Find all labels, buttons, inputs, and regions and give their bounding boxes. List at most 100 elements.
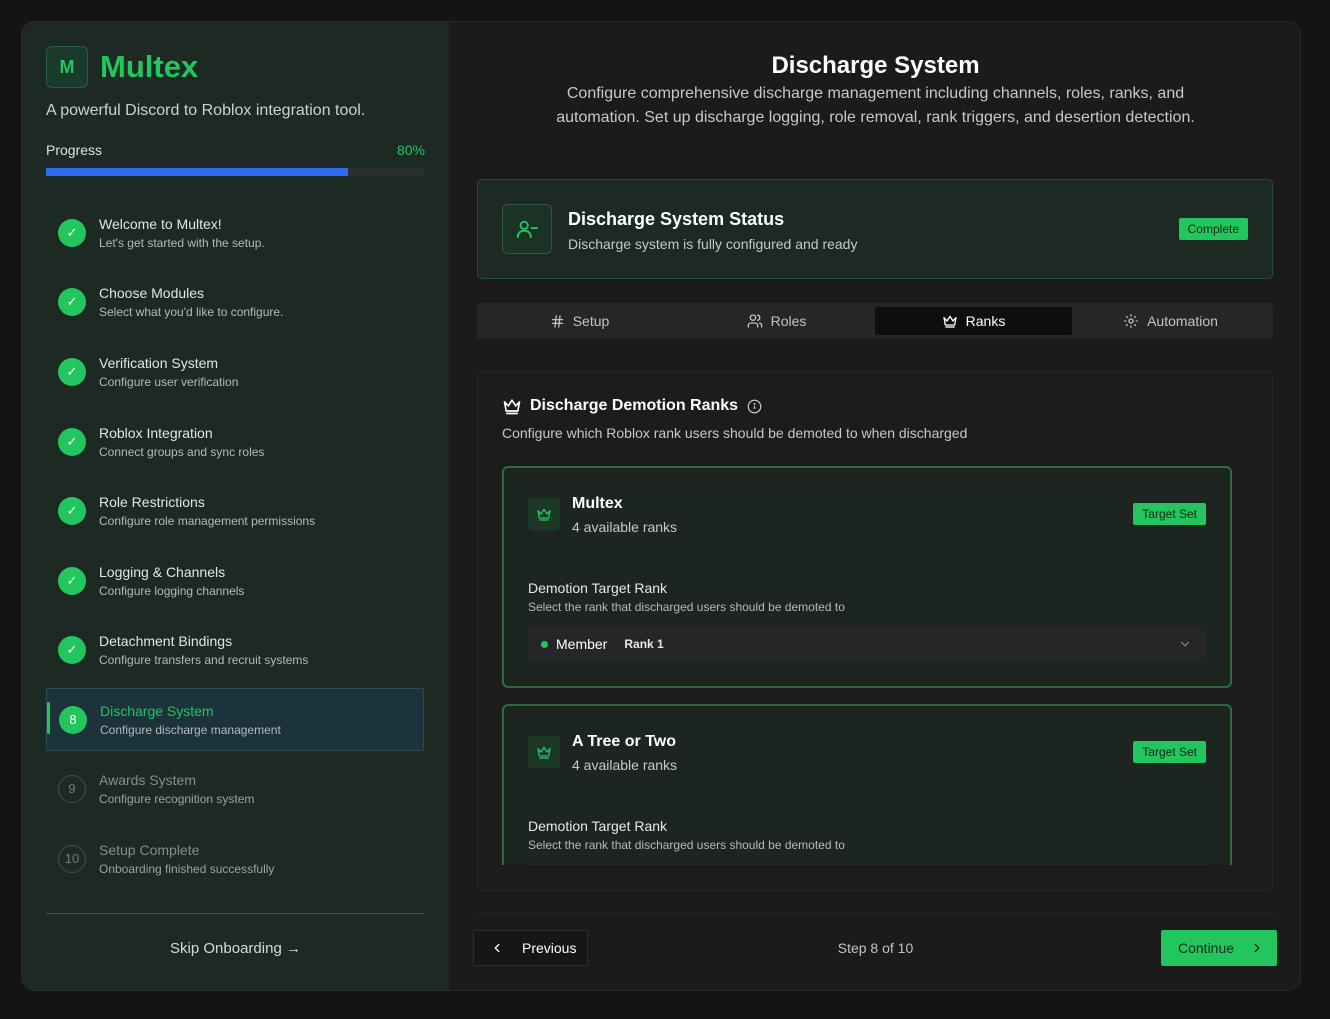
group-name: A Tree or Two: [572, 733, 677, 750]
step-item-discharge[interactable]: 8 Discharge System Configure discharge ma…: [46, 688, 424, 752]
progress-bar: [46, 168, 424, 176]
step-item-complete[interactable]: 10 Setup Complete Onboarding finished suc…: [46, 824, 424, 894]
demotion-rank-select[interactable]: Member Rank 1: [528, 626, 1206, 662]
step-title: Welcome to Multex!: [99, 215, 222, 232]
step-item-welcome[interactable]: ✓ Welcome to Multex! Let's get started wi…: [46, 198, 424, 268]
status-badge: Complete: [1178, 218, 1248, 240]
step-title: Logging & Channels: [99, 563, 226, 580]
continue-label: Continue: [1178, 940, 1235, 956]
group-rank-count: 4 available ranks: [572, 519, 678, 535]
step-title: Setup Complete: [99, 841, 200, 858]
step-number-badge: 8: [59, 705, 87, 734]
crown-icon: [942, 315, 957, 328]
step-title: Awards System: [99, 771, 196, 788]
selected-rank-name: Member: [556, 636, 608, 652]
skip-onboarding-link[interactable]: Skip Onboarding →: [22, 940, 449, 957]
field-label: Demotion Target Rank: [528, 818, 668, 834]
check-icon: ✓: [58, 218, 86, 247]
status-title: Discharge System Status: [568, 209, 785, 229]
tab-label: Ranks: [965, 313, 1006, 329]
users-icon: [747, 314, 762, 328]
hash-icon: [551, 314, 563, 328]
step-subtitle: Configure recognition system: [99, 791, 255, 806]
onboarding-window: M Multex A powerful Discord to Roblox in…: [21, 21, 1301, 991]
field-help: Select the rank that discharged users sh…: [528, 600, 845, 614]
step-subtitle: Configure logging channels: [99, 583, 245, 598]
status-card: Discharge System Status Discharge system…: [477, 179, 1273, 279]
step-subtitle: Connect groups and sync roles: [99, 444, 265, 459]
tab-roles[interactable]: Roles: [678, 307, 875, 335]
step-item-detachment[interactable]: ✓ Detachment Bindings Configure transfers…: [46, 616, 424, 686]
user-minus-icon: [502, 204, 552, 254]
check-icon: ✓: [58, 357, 86, 386]
check-icon: ✓: [58, 497, 86, 526]
status-dot: [541, 640, 548, 648]
step-title: Discharge System: [100, 702, 214, 719]
step-subtitle: Let's get started with the setup.: [99, 235, 265, 250]
step-item-roblox[interactable]: ✓ Roblox Integration Connect groups and s…: [46, 407, 424, 477]
ranks-panel: Discharge Demotion Ranks Configure which…: [477, 371, 1273, 891]
group-rank-count: 4 available ranks: [572, 757, 678, 773]
step-item-awards[interactable]: 9 Awards System Configure recognition sys…: [46, 754, 424, 824]
step-title: Detachment Bindings: [99, 633, 233, 650]
tab-setup[interactable]: Setup: [481, 307, 678, 335]
step-subtitle: Configure role management permissions: [99, 514, 316, 529]
group-name: Multex: [572, 495, 623, 512]
step-list: ✓ Welcome to Multex! Let's get started wi…: [46, 198, 424, 893]
step-subtitle: Onboarding finished successfully: [99, 861, 275, 876]
step-subtitle: Select what you'd like to configure.: [99, 305, 284, 320]
sidebar-divider: [46, 913, 424, 914]
field-help: Select the rank that discharged users sh…: [528, 838, 845, 852]
main-content: Discharge System Configure comprehensive…: [449, 22, 1300, 990]
progress-label: Progress: [46, 142, 103, 158]
step-item-logging[interactable]: ✓ Logging & Channels Configure logging ch…: [46, 546, 424, 616]
step-subtitle: Configure discharge management: [100, 722, 281, 737]
tab-label: Automation: [1147, 313, 1218, 329]
brand-name: Multex: [100, 49, 199, 84]
chevron-down-icon: [1180, 641, 1190, 647]
selected-rank-number: Rank 1: [624, 637, 664, 651]
demotion-rank-select[interactable]: [528, 864, 1206, 865]
step-number-badge: 9: [58, 774, 86, 803]
continue-button[interactable]: Continue: [1161, 930, 1277, 966]
panel-header: Discharge Demotion Ranks: [502, 396, 762, 416]
tab-ranks[interactable]: Ranks: [875, 307, 1072, 335]
crown-icon: [528, 498, 560, 530]
tagline: A powerful Discord to Roblox integration…: [46, 102, 366, 119]
step-title: Role Restrictions: [99, 494, 205, 511]
group-list[interactable]: Multex 4 available ranks Target Set Demo…: [502, 466, 1232, 865]
tab-label: Roles: [770, 313, 807, 329]
step-item-modules[interactable]: ✓ Choose Modules Select what you'd like t…: [46, 268, 424, 338]
check-icon: ✓: [58, 566, 86, 595]
brand-logo: M: [46, 46, 88, 88]
info-icon[interactable]: [747, 399, 762, 414]
group-card: A Tree or Two 4 available ranks Target S…: [502, 704, 1232, 865]
brand: M Multex: [46, 46, 198, 88]
step-number-badge: 10: [58, 844, 86, 873]
target-set-badge: Target Set: [1133, 503, 1206, 525]
step-subtitle: Configure transfers and recruit systems: [99, 653, 309, 668]
tab-automation[interactable]: Automation: [1072, 307, 1269, 335]
progress-fill: [46, 168, 349, 176]
page-description: Configure comprehensive discharge manage…: [556, 85, 1195, 126]
step-title: Verification System: [99, 354, 219, 371]
footer-divider: [477, 913, 1277, 914]
tab-bar: Setup Roles Ranks Automation: [477, 303, 1273, 339]
check-icon: ✓: [58, 288, 86, 317]
crown-icon: [503, 399, 521, 415]
field-label: Demotion Target Rank: [528, 580, 668, 596]
gear-icon: [1124, 314, 1138, 328]
sidebar: M Multex A powerful Discord to Roblox in…: [22, 22, 449, 990]
panel-title: Discharge Demotion Ranks: [530, 397, 739, 414]
step-item-role-restrictions[interactable]: ✓ Role Restrictions Configure role manage…: [46, 476, 424, 546]
panel-subtitle: Configure which Roblox rank users should…: [502, 425, 968, 441]
chevron-right-icon: [1254, 943, 1260, 953]
status-subtitle: Discharge system is fully configured and…: [568, 236, 858, 252]
page-title: Discharge System: [771, 52, 980, 79]
target-set-badge: Target Set: [1133, 741, 1206, 763]
group-card: Multex 4 available ranks Target Set Demo…: [502, 466, 1232, 688]
step-title: Roblox Integration: [99, 424, 213, 441]
step-item-verification[interactable]: ✓ Verification System Configure user veri…: [46, 337, 424, 407]
tab-label: Setup: [572, 313, 610, 329]
crown-icon: [528, 736, 560, 768]
